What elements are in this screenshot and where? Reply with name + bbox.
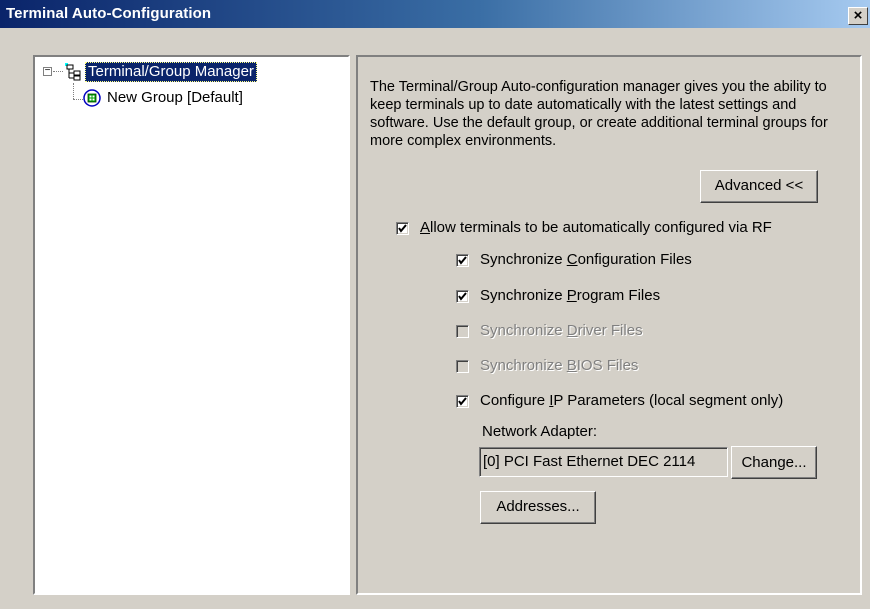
advanced-button[interactable]: Advanced << [700, 170, 818, 203]
tree-connector [53, 71, 63, 72]
checkmark-icon [398, 224, 407, 233]
network-adapter-field: [0] PCI Fast Ethernet DEC 2114 [479, 447, 728, 477]
sync-bios-label: Synchronize BIOS Files [480, 357, 639, 374]
tree-connector [73, 83, 74, 99]
tree-item-label[interactable]: New Group [Default] [107, 89, 243, 107]
description-text: The Terminal/Group Auto-configuration ma… [370, 79, 828, 149]
collapse-icon[interactable]: − [43, 66, 52, 76]
checkmark-icon [458, 292, 467, 301]
terminal-group-icon [83, 89, 101, 107]
tree-hierarchy-icon [65, 63, 81, 81]
change-button-label: Change... [741, 454, 807, 471]
title-bar: Terminal Auto-Configuration × [0, 0, 870, 28]
tree-view[interactable]: − Terminal/Group Manager New Group [Defa… [33, 55, 350, 595]
change-button[interactable]: Change... [731, 446, 817, 479]
close-icon: × [853, 7, 863, 24]
allow-rf-label: Allow terminals to be automatically conf… [420, 219, 772, 236]
configure-ip-checkbox[interactable] [456, 395, 469, 408]
sync-program-label: Synchronize Program Files [480, 287, 661, 304]
checkmark-icon [458, 397, 467, 406]
sync-driver-label: Synchronize Driver Files [480, 322, 643, 339]
sync-bios-checkbox [456, 360, 469, 373]
network-adapter-caption: Network Adapter: [482, 423, 598, 440]
sync-program-checkbox[interactable] [456, 290, 469, 303]
sync-config-label: Synchronize Configuration Files [480, 251, 692, 268]
allow-rf-checkbox[interactable] [396, 222, 409, 235]
configure-ip-label: Configure IP Parameters (local segment o… [480, 392, 784, 409]
addresses-button[interactable]: Addresses... [480, 491, 596, 524]
tree-item-label[interactable]: Terminal/Group Manager [85, 62, 257, 82]
sync-config-checkbox[interactable] [456, 254, 469, 267]
tree-connector [73, 99, 83, 100]
checkmark-icon [458, 256, 467, 265]
close-button[interactable]: × [848, 7, 868, 25]
window-title: Terminal Auto-Configuration [6, 5, 212, 22]
sync-driver-checkbox [456, 325, 469, 338]
